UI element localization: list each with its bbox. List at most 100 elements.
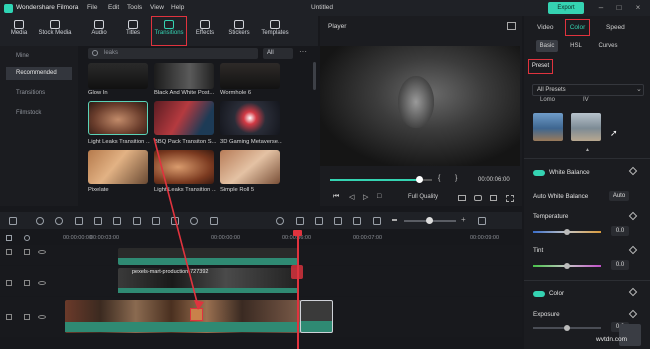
zoom-out-icon[interactable] [392,219,397,221]
tint-value[interactable]: 0.0 [611,260,629,270]
track-lock-icon[interactable] [6,249,12,255]
zoom-in-icon[interactable]: + [461,215,466,224]
search-input[interactable]: leaks [88,48,258,59]
subtab-hsl[interactable]: HSL [566,40,586,52]
quality-select[interactable]: Full Quality [408,194,438,200]
track-mute-icon[interactable] [24,249,30,255]
stabilize-icon[interactable] [373,217,381,225]
scrub-handle[interactable] [416,176,423,183]
subtab-curves[interactable]: Curves [596,40,620,52]
nav-mine[interactable]: Mine [6,50,72,63]
nav-transitions[interactable]: Transitions [6,87,72,100]
export-button[interactable]: Export [548,2,584,14]
playhead-handle[interactable] [293,230,302,236]
preset-section[interactable]: Preset [528,59,553,74]
menu-file[interactable]: File [87,4,97,11]
add-track-icon[interactable] [6,235,12,241]
track-lock-icon[interactable] [6,314,12,320]
step-back-icon[interactable]: ◁ [349,193,354,201]
menu-edit[interactable]: Edit [108,4,119,11]
redo-icon[interactable] [55,217,63,225]
clip-last-selected[interactable] [300,300,333,333]
close-icon[interactable]: × [631,2,645,14]
preset-dropdown[interactable]: All Presets [532,84,644,96]
tool-stock-media[interactable]: Stock Media [32,17,78,45]
stop-icon[interactable]: □ [377,193,381,200]
cut-icon[interactable] [94,217,102,225]
thumb-wormhole-6[interactable] [220,63,280,89]
track-eye-icon[interactable] [38,315,46,319]
track-eye-icon[interactable] [38,281,46,285]
volume-icon[interactable] [490,195,497,201]
menu-help[interactable]: Help [171,4,184,11]
white-balance-toggle[interactable] [533,170,545,176]
tool-titles[interactable]: Titles [118,17,148,45]
tool-stickers[interactable]: Stickers [224,17,254,45]
ruler-tick: 00:00:00:00 [63,235,93,241]
tool-audio[interactable]: Audio [84,17,114,45]
delete-icon[interactable] [75,217,83,225]
tab-speed[interactable]: Speed [606,24,625,31]
nav-recommended[interactable]: Recommended [6,67,72,80]
color-toggle[interactable] [533,291,545,297]
split-screen-icon[interactable] [353,217,361,225]
menu-tools[interactable]: Tools [127,4,142,11]
track-eye-icon[interactable] [38,250,46,254]
text-icon[interactable] [113,217,121,225]
track-mute-icon[interactable] [24,314,30,320]
temperature-knob[interactable] [564,229,570,235]
tool-effects[interactable]: Effects [190,17,220,45]
link-icon[interactable] [24,235,30,241]
minimize-icon[interactable]: – [594,2,608,14]
thumb-simple-roll-5[interactable] [220,150,280,184]
fullscreen-icon[interactable] [506,195,514,202]
more-options-icon[interactable]: ··· [299,47,307,56]
track-mute-icon[interactable] [24,280,30,286]
thumb-bbq-pack[interactable] [154,101,214,135]
camera-icon[interactable] [474,195,482,201]
tool-templates[interactable]: Templates [258,17,292,45]
subtab-basic[interactable]: Basic [536,40,558,52]
snapshot-icon[interactable] [507,22,516,30]
previous-frame-icon[interactable]: ⏮ [333,193,339,201]
grid-icon[interactable] [478,217,486,225]
tool-transitions[interactable]: Transitions [151,16,187,46]
play-icon[interactable]: ▷ [363,193,368,201]
player-title: Player [328,23,347,30]
layout-icon[interactable] [9,217,17,225]
tint-knob[interactable] [564,263,570,269]
zoom-knob[interactable] [426,217,433,224]
tab-video[interactable]: Video [537,24,554,31]
tool-media[interactable]: Media [4,17,34,45]
thumb-light-leaks-selected[interactable] [88,101,148,135]
mark-in-icon[interactable]: { [438,175,440,182]
thumb-pixelate[interactable] [88,150,148,184]
thumb-3d-gaming-metaverse[interactable] [220,101,280,135]
microphone-icon[interactable] [315,217,323,225]
undo-icon[interactable] [36,217,44,225]
exposure-knob[interactable] [564,325,570,331]
render-icon[interactable] [276,217,284,225]
nav-filmstock[interactable]: Filmstock [6,107,72,120]
preset-lomo-thumb[interactable] [533,113,563,141]
filter-select[interactable]: All [263,48,293,59]
more-tools-icon[interactable] [210,217,218,225]
color-icon[interactable] [133,217,141,225]
temperature-value[interactable]: 0.0 [611,226,629,236]
browser-scrollbar[interactable] [313,62,316,90]
maximize-icon[interactable]: □ [612,2,626,14]
display-icon[interactable] [458,195,466,201]
collapse-icon[interactable]: ▲ [585,147,590,153]
auto-button[interactable]: Auto [609,191,629,201]
snap-icon[interactable] [296,217,304,225]
preset-iv-thumb[interactable] [571,113,601,141]
scrub-progress[interactable] [330,179,420,181]
menu-view[interactable]: View [150,4,164,11]
track-lock-icon[interactable] [6,280,12,286]
thumb-black-white-post[interactable] [154,63,214,89]
mark-out-icon[interactable]: } [455,175,457,182]
playhead[interactable] [297,234,299,349]
tab-color[interactable]: Color [565,19,590,36]
ai-tools-icon[interactable] [334,217,342,225]
thumb-glow-in[interactable] [88,63,148,89]
